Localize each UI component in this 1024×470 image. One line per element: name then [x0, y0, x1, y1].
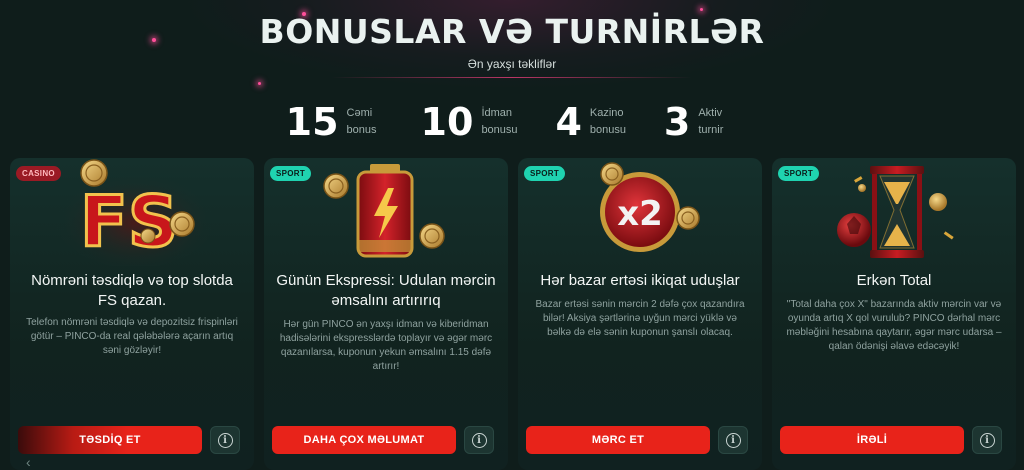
card-description: Bazar ertəsi sənin mərcin 2 dəfə çox qaz… — [535, 299, 745, 338]
header-divider — [332, 77, 692, 78]
stat-total-bonus: 15 Cəmi bonus — [286, 100, 387, 144]
bonus-carousel: FS CASINO Nömrəni təsdiqlə və top slotda… — [10, 158, 1016, 470]
stat-value: 3 — [663, 100, 691, 144]
stat-label: Cəmi bonus — [346, 107, 377, 136]
info-icon: i — [217, 432, 233, 448]
category-badge: CASINO — [16, 166, 61, 181]
stat-label: Aktiv turnir — [698, 107, 724, 136]
category-badge: SPORT — [524, 166, 566, 181]
info-button[interactable]: i — [464, 426, 494, 454]
stat-label: Kazino bonusu — [589, 107, 626, 136]
sparkle-decoration — [258, 82, 261, 85]
info-icon: i — [471, 432, 487, 448]
stat-active-tournaments: 3 Aktiv turnir — [664, 100, 738, 144]
svg-text:x2: x2 — [617, 194, 663, 234]
card-title: Günün Ekspressi: Udulan mərcin əmsalını … — [276, 272, 496, 309]
stat-value: 4 — [555, 100, 582, 144]
card-title: Erkən Total — [856, 272, 932, 289]
card-title: Nömrəni təsdiqlə və top slotda FS qazan. — [31, 272, 233, 309]
more-info-button[interactable]: DAHA ÇOX MƏLUMAT — [272, 426, 456, 454]
page-subtitle: Ən yaxşı təkliflər — [467, 57, 557, 71]
place-bet-button[interactable]: MƏRC ET — [526, 426, 710, 454]
page-header: BONUSLAR VƏ TURNİRLƏR Ən yaxşı təkliflər — [0, 12, 1024, 71]
stat-sport-bonus: 10 İdman bonusu — [421, 100, 522, 144]
info-button[interactable]: i — [718, 426, 748, 454]
page-title: BONUSLAR VƏ TURNİRLƏR — [259, 12, 765, 51]
category-badge: SPORT — [270, 166, 312, 181]
info-icon: i — [725, 432, 741, 448]
confirm-button[interactable]: TƏSDİQ ET — [18, 426, 202, 454]
next-button[interactable]: İRƏLİ — [780, 426, 964, 454]
card-description: Telefon nömrəni təsdiqlə və depozitsiz f… — [26, 317, 238, 356]
card-title: Hər bazar ertəsi ikiqat uduşlar — [540, 272, 740, 289]
info-button[interactable]: i — [210, 426, 240, 454]
stats-bar: 15 Cəmi bonus 10 İdman bonusu 4 Kazino bonu… — [0, 100, 1024, 144]
stat-label: İdman bonusu — [481, 107, 518, 136]
card-description: "Total daha çox X" bazarında aktiv mərci… — [786, 299, 1002, 352]
svg-text:FS: FS — [80, 181, 178, 263]
sparkle-decoration — [700, 8, 703, 11]
info-icon: i — [979, 432, 995, 448]
chevron-left-icon[interactable]: ‹ — [26, 454, 31, 470]
stat-value: 15 — [285, 100, 339, 144]
category-badge: SPORT — [778, 166, 820, 181]
stat-casino-bonus: 4 Kazino bonusu — [555, 100, 629, 144]
bonus-card-casino-fs[interactable]: FS CASINO Nömrəni təsdiqlə və top slotda… — [10, 158, 254, 470]
bonus-card-express[interactable]: SPORT Günün Ekspressi: Udulan mərcin əms… — [264, 158, 508, 470]
bonus-card-early-total[interactable]: SPORT Erkən Total "Total daha çox X" baz… — [772, 158, 1016, 470]
card-description: Hər gün PINCO ən yaxşı idman və kiberidm… — [279, 319, 493, 372]
bonus-card-monday-x2[interactable]: x2 SPORT Hər bazar ertəsi ikiqat uduşlar… — [518, 158, 762, 470]
info-button[interactable]: i — [972, 426, 1002, 454]
stat-value: 10 — [420, 100, 474, 144]
